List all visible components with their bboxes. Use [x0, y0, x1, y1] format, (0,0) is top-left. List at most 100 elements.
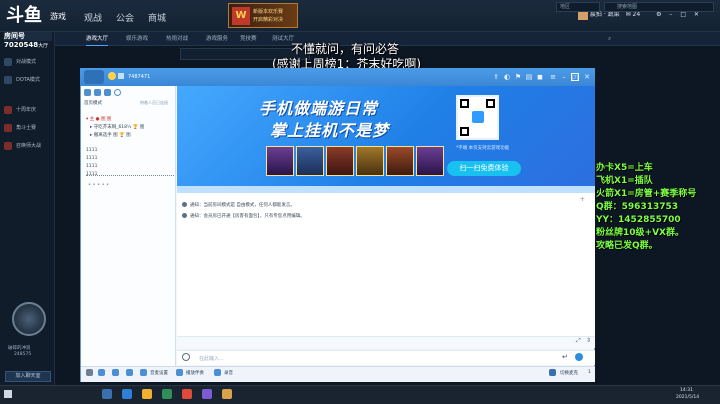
tab-battle[interactable]: 热闹对战 [166, 32, 188, 46]
promo-title-1: 手机做端游日常 [259, 99, 379, 118]
game-thumbnail[interactable] [356, 146, 384, 176]
channel-row[interactable]: 1111 [86, 164, 97, 169]
region-select[interactable]: 地区 [556, 2, 600, 12]
channel-row[interactable]: ▸ 守吃芥末啊_618½ 🏆 图 [90, 124, 144, 130]
sidebar-item-battle-mode[interactable]: 对战模式 [4, 56, 54, 68]
yy-icon[interactable] [202, 389, 212, 399]
settings-icon[interactable]: ⚙ [656, 11, 661, 18]
mic-toggle-icon[interactable] [549, 369, 556, 376]
app-icon[interactable] [162, 389, 172, 399]
tab-competitive[interactable]: 竞技赛 [240, 32, 257, 46]
app-logo[interactable]: 斗鱼 [6, 4, 52, 28]
banner-line2: 开启精彩对决 [253, 17, 284, 23]
info-icon [182, 202, 187, 207]
clock-date[interactable]: 2021/5/14 [676, 395, 699, 400]
windows-start-icon[interactable] [4, 390, 12, 398]
chart-icon[interactable]: ▤ [525, 73, 533, 81]
expand-icon[interactable]: ⇕ [586, 337, 591, 344]
mic-icon[interactable] [112, 369, 119, 376]
chat-settings-icon[interactable]: + [580, 196, 585, 203]
nav-watch[interactable]: 观战 [84, 11, 102, 24]
accompaniment-label[interactable]: 播放伴奏 [186, 370, 204, 376]
notice-text: 通知：当前房间模式是 自由模式，任何人都能发言。 [190, 203, 295, 208]
mic-settings-icon[interactable] [140, 369, 147, 376]
channel-header-right: 带着人员已连接 [140, 100, 168, 105]
taskview-icon[interactable] [102, 389, 112, 399]
channel-row[interactable]: ▸ 撤离选手 图 🏆 图 [90, 132, 131, 138]
sidebar-item-label: 对战模式 [16, 59, 37, 65]
nav-shop[interactable]: 商城 [148, 11, 166, 24]
minimize-icon[interactable]: – [669, 11, 672, 18]
overlay-rule: 火箭X1=房管+赛季称号 [596, 189, 697, 199]
gamepad-icon[interactable]: ◼ [536, 73, 544, 81]
game-thumbnail[interactable] [416, 146, 444, 176]
app-center-icon[interactable]: ⚑ [514, 73, 522, 81]
game-thumbnail[interactable] [266, 146, 294, 176]
home-icon[interactable] [84, 89, 91, 96]
mail-icon[interactable]: ✉ [626, 11, 631, 18]
search-channel-icon[interactable] [114, 89, 121, 96]
nav-guild[interactable]: 公会 [116, 11, 134, 24]
list-icon[interactable] [104, 89, 111, 96]
douyu-icon[interactable] [182, 389, 192, 399]
channel-row[interactable]: 1111 [86, 148, 97, 153]
tab-service[interactable]: 游戏服务 [206, 32, 228, 46]
tab-game-hall[interactable]: 游戏大厅 [86, 32, 109, 46]
sidebar-item-label: 角斗士赛 [16, 125, 37, 131]
room-number: 7020548大厅 [4, 41, 48, 49]
volume-icon[interactable] [98, 369, 105, 376]
channel-more-dots[interactable]: • • • • • [88, 182, 109, 188]
logo-subtitle: 游戏 [50, 12, 66, 21]
avatar-name: 破碎的冲浪 [8, 346, 31, 351]
sidebar-item-anniversary[interactable]: 十周年庆 [4, 104, 54, 116]
chat-input[interactable]: 在此输入... [199, 355, 224, 362]
clock-time[interactable]: 14:31 [680, 388, 693, 393]
search-icon: ⌕ [608, 35, 612, 42]
channel-header: 首页模式 [84, 101, 102, 106]
game-thumbnail[interactable] [296, 146, 324, 176]
skin-icon[interactable]: ◐ [503, 73, 511, 81]
top-banner-ad[interactable]: W 新版本欢乐赛 开启精彩对决 [228, 3, 298, 28]
join-chat-button[interactable]: 加入聊天室 [5, 371, 51, 382]
room-label: 房间号 [4, 32, 52, 41]
dota-icon [4, 75, 12, 84]
avatar[interactable] [12, 302, 46, 336]
share-icon[interactable]: ⇪ [492, 73, 500, 81]
user-icon[interactable] [86, 369, 93, 376]
sidebar-item-gladiator[interactable]: 角斗士赛 [4, 122, 54, 134]
mic-settings-label[interactable]: 音麦设置 [150, 370, 168, 376]
close-window-icon[interactable]: ✕ [583, 73, 591, 81]
fullscreen-icon[interactable]: ⤢ [576, 337, 581, 345]
maximize-icon[interactable]: □ [680, 11, 686, 18]
mini-mode-icon[interactable]: ◰ [571, 73, 579, 82]
game-thumbnail[interactable] [326, 146, 354, 176]
room-number-value: 7020548 [4, 41, 39, 49]
record-icon[interactable] [214, 369, 221, 376]
send-icon[interactable]: ↵ [562, 353, 568, 361]
close-icon[interactable]: ✕ [694, 11, 699, 18]
chat-toolbar [177, 336, 595, 348]
yy-logo-icon [84, 70, 104, 84]
browser-icon[interactable] [122, 389, 132, 399]
sidebar-item-summoner[interactable]: 召唤师大战 [4, 140, 54, 152]
speaker-icon[interactable] [126, 369, 133, 376]
promo-title-2: 掌上挂机不是梦 [270, 121, 390, 140]
minimize-window-icon[interactable]: – [560, 73, 568, 81]
channel-row[interactable]: ▾ 主 ● 图 图 [86, 116, 111, 122]
sidebar-item-dota-mode[interactable]: DOTA模式 [4, 74, 54, 86]
warcraft-logo-icon: W [232, 7, 250, 25]
map-search-input[interactable]: 搜索地图 [604, 2, 714, 12]
folder-icon[interactable] [142, 389, 152, 399]
emoji-icon[interactable] [182, 353, 190, 361]
feedback-icon[interactable] [575, 353, 583, 361]
music-icon[interactable] [176, 369, 183, 376]
tab-casual[interactable]: 娱乐游戏 [126, 32, 148, 46]
location-icon[interactable] [94, 89, 101, 96]
switch-mic-label[interactable]: 切换麦克 [560, 370, 578, 376]
game-thumbnail[interactable] [386, 146, 414, 176]
game-icon[interactable] [222, 389, 232, 399]
scan-trial-button[interactable]: 扫一扫免费体验 [447, 161, 521, 176]
menu-icon[interactable]: ≡ [549, 73, 557, 81]
record-label[interactable]: 录音 [224, 370, 233, 376]
channel-row[interactable]: 1111 [86, 156, 97, 161]
